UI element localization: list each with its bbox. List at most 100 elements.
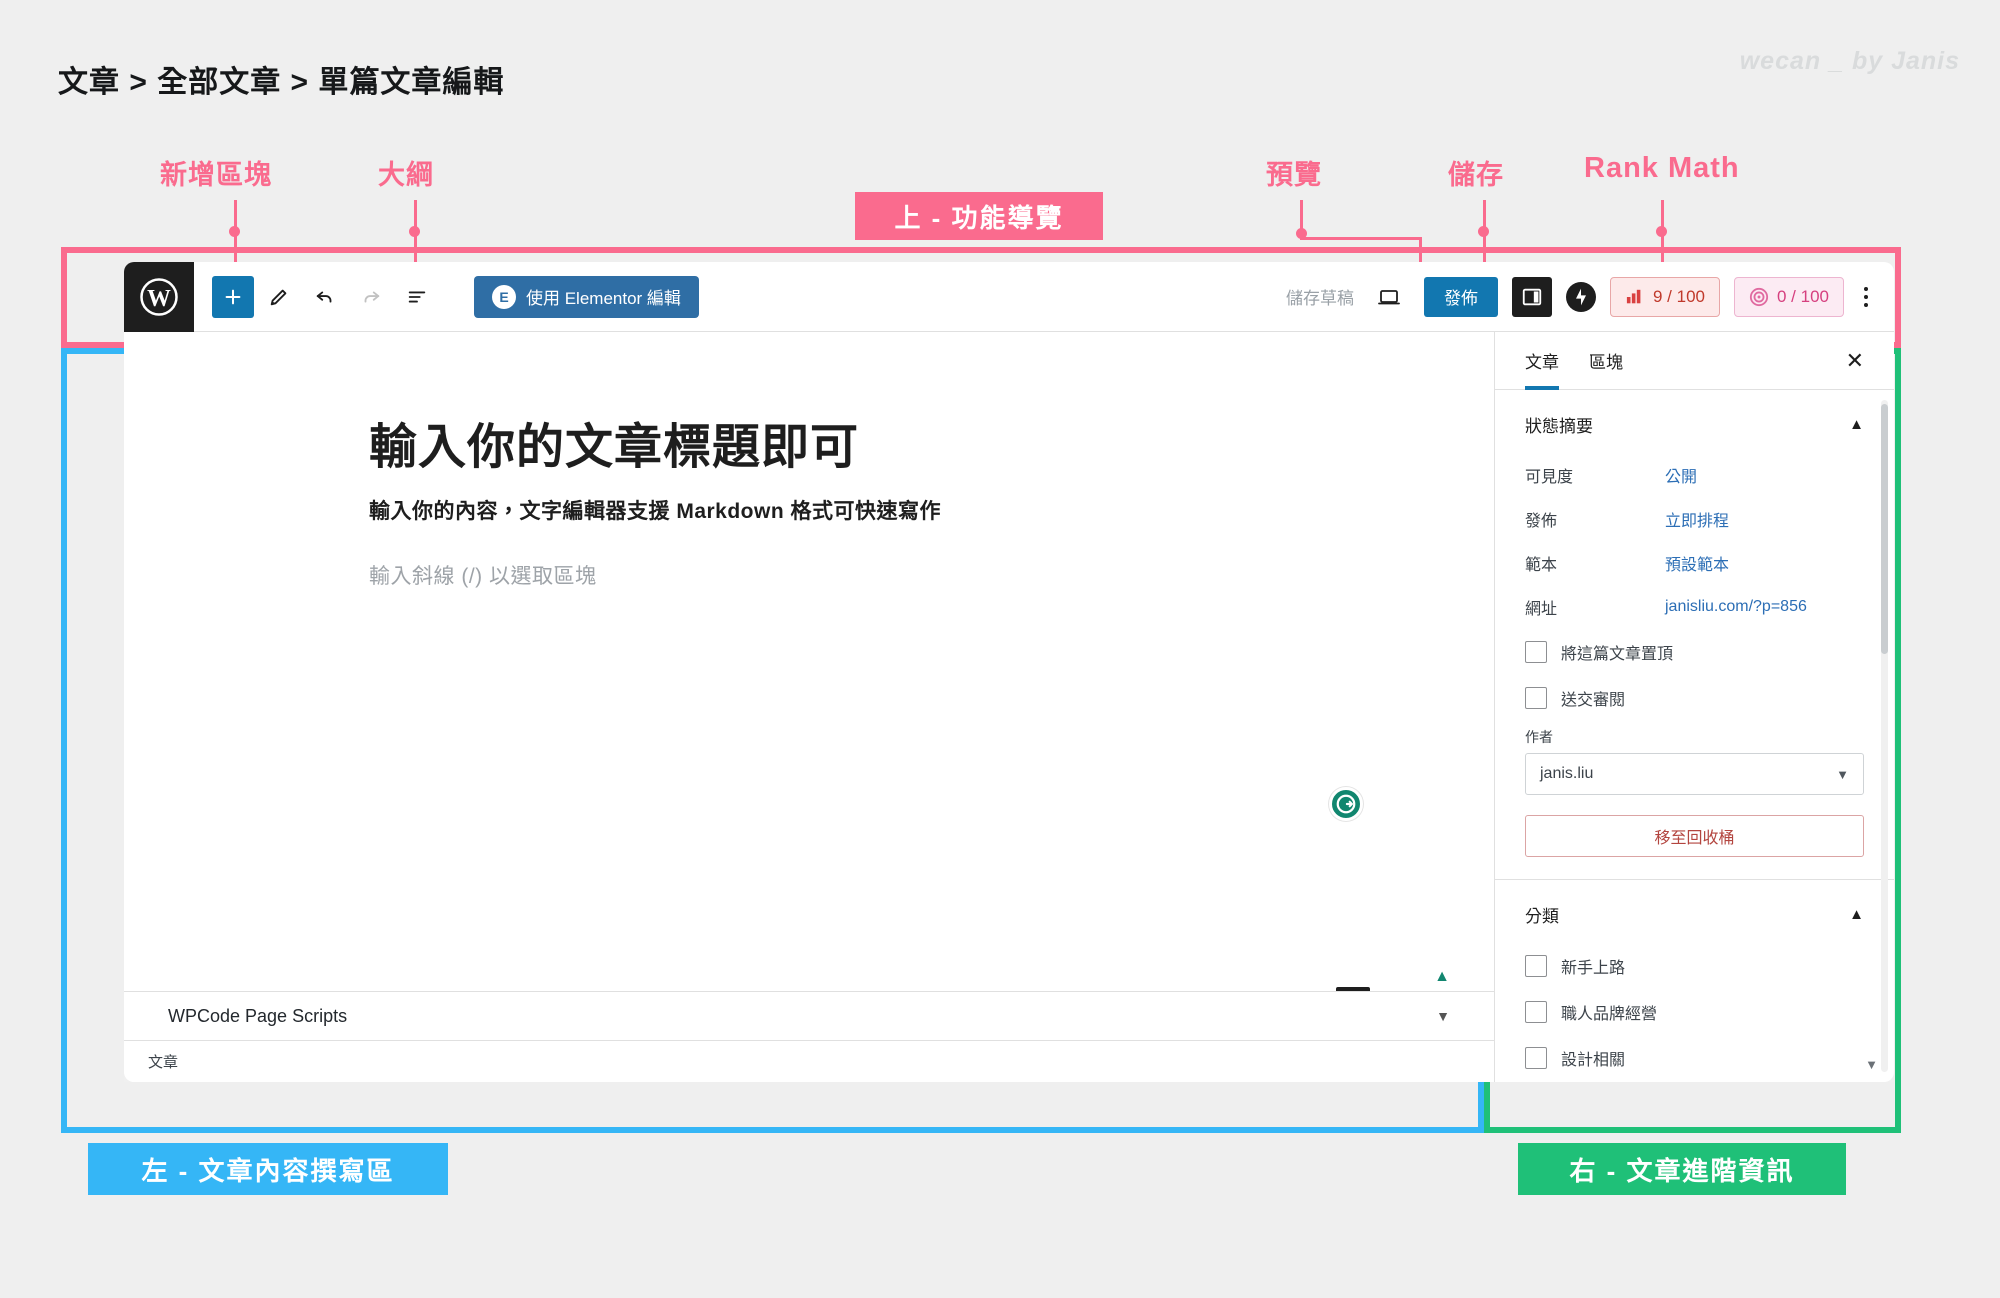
post-paragraph[interactable]: 輸入你的內容，文字編輯器支援 Markdown 格式可快速寫作 [369, 495, 941, 525]
wordpress-editor-window: W [124, 262, 1894, 1082]
wpcode-page-scripts-panel[interactable]: WPCode Page Scripts ▼ [124, 991, 1494, 1041]
target-icon [1749, 287, 1769, 307]
checkbox-pending-label: 送交審閱 [1561, 686, 1625, 710]
template-label: 範本 [1525, 551, 1665, 575]
tag-top-toolbar: 上 - 功能導覽 [855, 192, 1103, 240]
toolbar-right-group: 儲存草稿 發佈 [1286, 276, 1894, 318]
chevron-up-icon-categories[interactable]: ▲ [1849, 906, 1864, 923]
edit-tool-icon[interactable] [258, 276, 300, 318]
elementor-logo-icon: E [492, 285, 516, 309]
seo-score-value: 9 / 100 [1653, 287, 1705, 307]
toolbar-left-group [194, 276, 438, 318]
redo-icon[interactable] [350, 276, 392, 318]
checkbox-sticky-post[interactable]: 將這篇文章置頂 [1495, 629, 1894, 675]
chevron-up-icon[interactable]: ▲ [1849, 416, 1864, 433]
checkbox-pending-review[interactable]: 送交審閱 [1495, 675, 1894, 721]
editor-breadcrumb-label: 文章 [148, 1051, 178, 1072]
author-select-value: janis.liu [1540, 765, 1593, 783]
wpcode-expand-icon[interactable]: ▼ [1436, 1008, 1450, 1024]
tab-block[interactable]: 區塊 [1589, 332, 1623, 390]
page-title: 文章 > 全部文章 > 單篇文章編輯 [58, 57, 504, 101]
watermark: wecan _ by Janis [1740, 47, 1960, 76]
row-url: 網址 janisliu.com/?p=856 [1495, 585, 1894, 629]
wpcode-panel-title: WPCode Page Scripts [168, 1006, 347, 1027]
grammarly-icon[interactable] [1329, 787, 1363, 821]
chevron-down-icon[interactable]: ▼ [1836, 767, 1849, 782]
preview-laptop-icon[interactable] [1368, 276, 1410, 318]
categories-section-header[interactable]: 分類 ▲ [1495, 880, 1894, 943]
settings-tabs: 文章 區塊 ✕ [1495, 332, 1894, 390]
template-value[interactable]: 預設範本 [1665, 551, 1729, 575]
outline-list-view-icon[interactable] [396, 276, 438, 318]
callout-preview: 預覽 [1266, 153, 1322, 192]
more-options-icon[interactable] [1858, 287, 1874, 307]
jetpack-icon[interactable] [1566, 282, 1596, 312]
status-summary-title: 狀態摘要 [1525, 412, 1593, 437]
category-label-branding: 職人品牌經營 [1561, 1000, 1657, 1024]
seo-score-badge[interactable]: 9 / 100 [1610, 277, 1720, 317]
keyword-score-value: 0 / 100 [1777, 287, 1829, 307]
status-summary-section-header[interactable]: 狀態摘要 ▲ [1495, 390, 1894, 453]
save-draft-button[interactable]: 儲存草稿 [1286, 284, 1354, 309]
leader-dot-outline [409, 226, 420, 237]
author-field-label: 作者 [1495, 721, 1894, 753]
sidebar-scrollbar-thumb[interactable] [1881, 404, 1888, 654]
category-label-beginner: 新手上路 [1561, 954, 1625, 978]
undo-icon[interactable] [304, 276, 346, 318]
category-item-branding[interactable]: 職人品牌經營 [1495, 989, 1894, 1035]
tag-left-content: 左 - 文章內容撰寫區 [88, 1143, 448, 1195]
categories-title: 分類 [1525, 902, 1559, 927]
editor-breadcrumb[interactable]: 文章 [124, 1041, 1494, 1082]
row-visibility: 可見度 公開 [1495, 453, 1894, 497]
visibility-label: 可見度 [1525, 463, 1665, 487]
callout-rank-math: Rank Math [1584, 152, 1740, 185]
wordpress-logo-icon[interactable]: W [124, 262, 194, 332]
leader-dot-preview [1296, 228, 1307, 239]
move-to-trash-button[interactable]: 移至回收桶 [1525, 815, 1864, 857]
publish-label: 發佈 [1525, 507, 1665, 531]
publish-button[interactable]: 發佈 [1424, 277, 1498, 317]
post-title[interactable]: 輸入你的文章標題即可 [369, 407, 859, 477]
category-checkbox-branding[interactable] [1525, 1001, 1547, 1023]
leader-line-preview-h [1300, 237, 1422, 240]
leader-dot-add-block [229, 226, 240, 237]
row-template: 範本 預設範本 [1495, 541, 1894, 585]
editor-toolbar: W [124, 262, 1894, 332]
close-sidebar-icon[interactable]: ✕ [1846, 348, 1864, 374]
callout-outline: 大綱 [378, 153, 434, 192]
settings-scroll-area: 狀態摘要 ▲ 可見度 公開 發佈 立即排程 範本 預設範本 [1495, 390, 1894, 1082]
add-block-button[interactable] [212, 276, 254, 318]
category-item-design[interactable]: 設計相關 [1495, 1035, 1894, 1081]
tab-post[interactable]: 文章 [1525, 332, 1559, 390]
author-select[interactable]: janis.liu ▼ [1525, 753, 1864, 795]
category-label-design: 設計相關 [1561, 1046, 1625, 1070]
publish-value[interactable]: 立即排程 [1665, 507, 1729, 531]
leader-dot-rank-math [1656, 226, 1667, 237]
settings-sidebar-toggle-icon[interactable] [1512, 277, 1552, 317]
checkbox-sticky-box[interactable] [1525, 641, 1547, 663]
svg-text:W: W [147, 285, 171, 311]
rank-math-seo-icon [1625, 288, 1645, 306]
sidebar-scroll-down-icon[interactable]: ▼ [1865, 1057, 1878, 1072]
callout-add-block: 新增區塊 [160, 153, 272, 192]
row-publish: 發佈 立即排程 [1495, 497, 1894, 541]
category-checkbox-design[interactable] [1525, 1047, 1547, 1069]
tag-right-settings: 右 - 文章進階資訊 [1518, 1143, 1846, 1195]
editor-body: 輸入你的文章標題即可 輸入你的內容，文字編輯器支援 Markdown 格式可快速… [124, 332, 1894, 1082]
callout-save: 儲存 [1448, 153, 1504, 192]
block-placeholder[interactable]: 輸入斜線 (/) 以選取區塊 [369, 560, 597, 590]
url-label: 網址 [1525, 595, 1665, 619]
keyword-score-badge[interactable]: 0 / 100 [1734, 277, 1844, 317]
elementor-button-label: 使用 Elementor 編輯 [526, 284, 681, 309]
category-item-beginner[interactable]: 新手上路 [1495, 943, 1894, 989]
category-checkbox-beginner[interactable] [1525, 955, 1547, 977]
post-content-canvas[interactable]: 輸入你的文章標題即可 輸入你的內容，文字編輯器支援 Markdown 格式可快速… [124, 332, 1494, 1082]
checkbox-sticky-label: 將這篇文章置頂 [1561, 640, 1673, 664]
visibility-value[interactable]: 公開 [1665, 463, 1697, 487]
elementor-edit-button[interactable]: E 使用 Elementor 編輯 [474, 276, 699, 318]
settings-sidebar: 文章 區塊 ✕ 狀態摘要 ▲ 可見度 公開 發佈 立即排程 [1494, 332, 1894, 1082]
url-value[interactable]: janisliu.com/?p=856 [1665, 598, 1807, 616]
leader-dot-save [1478, 226, 1489, 237]
wpcode-collapse-icon[interactable]: ▲ [1434, 968, 1450, 986]
checkbox-pending-box[interactable] [1525, 687, 1547, 709]
